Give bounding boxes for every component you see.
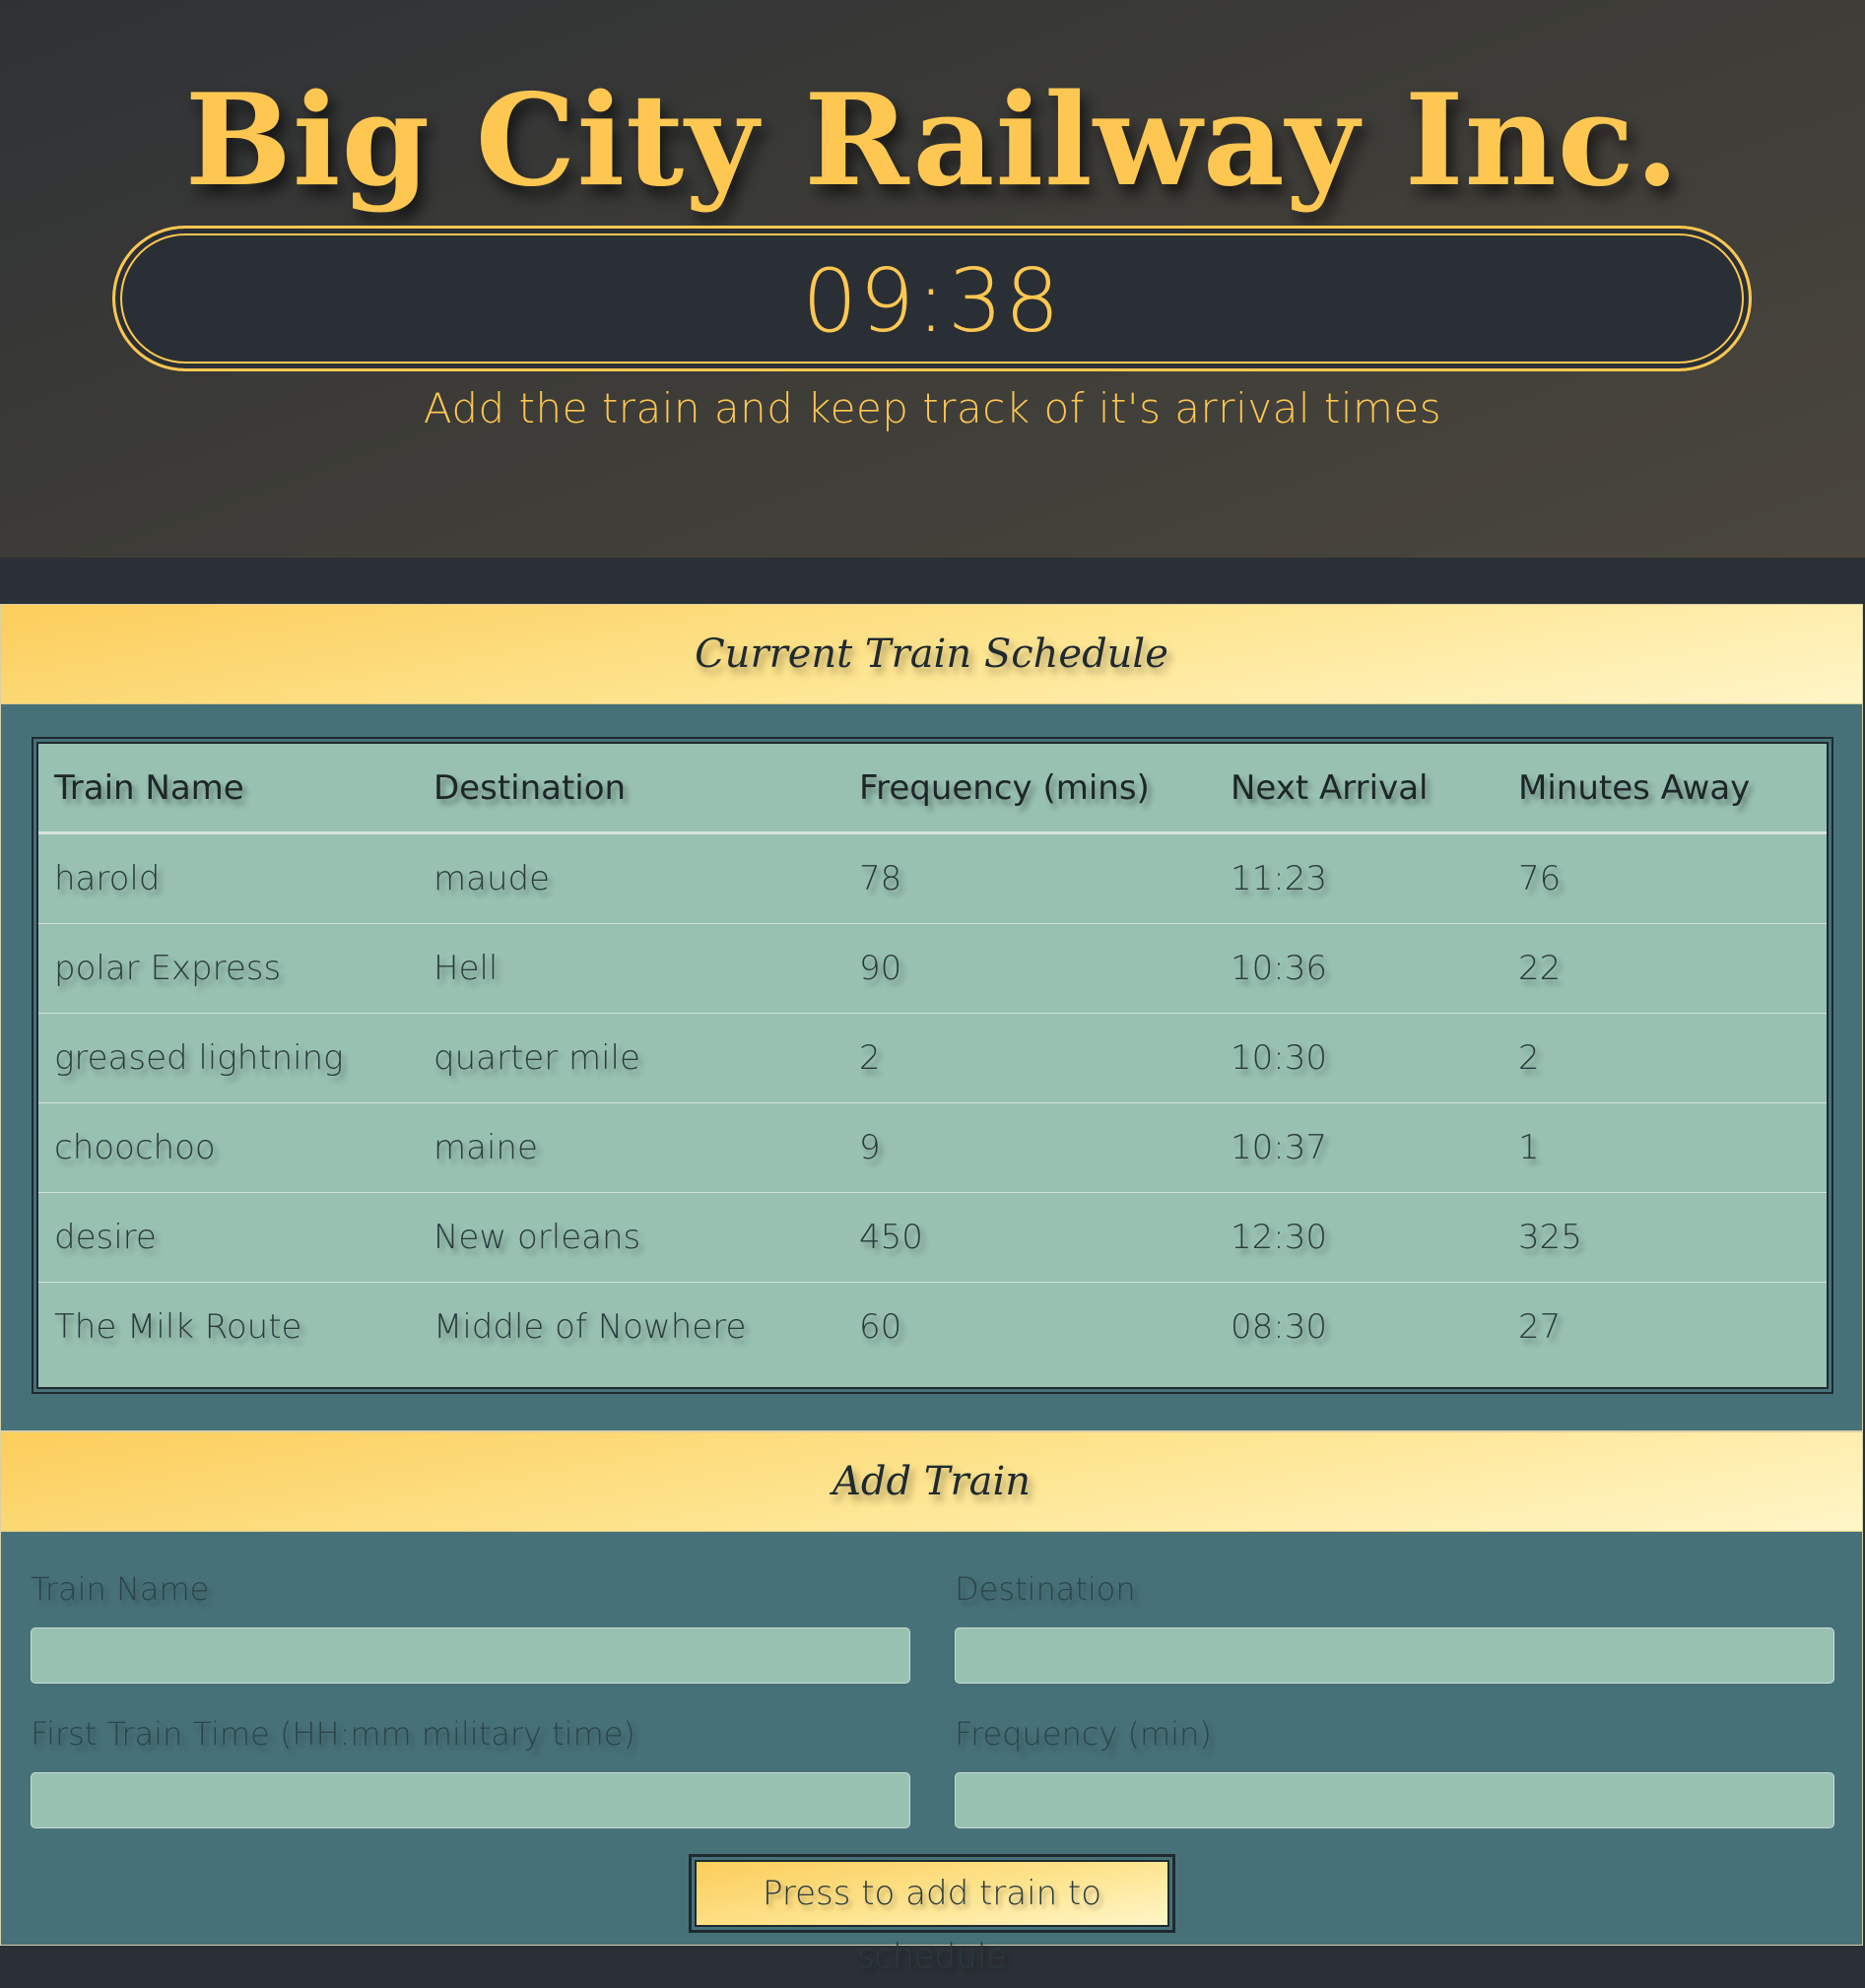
table-row: polar Express Hell 90 10:36 22	[38, 923, 1827, 1014]
first-train-time-label: First Train Time (HH:mm military time)	[31, 1715, 635, 1753]
train-name-input[interactable]	[31, 1627, 910, 1684]
column-header-destination: Destination	[418, 744, 843, 834]
tagline: Add the train and keep track of it's arr…	[423, 384, 1442, 432]
cell-destination: New orleans	[418, 1192, 843, 1283]
schedule-heading: Current Train Schedule	[1, 605, 1862, 704]
cell-destination: maine	[418, 1102, 843, 1193]
cell-frequency: 90	[843, 923, 1215, 1014]
add-train-button[interactable]: Press to add train to schedule	[689, 1854, 1175, 1976]
frequency-input[interactable]	[955, 1772, 1834, 1828]
cell-destination: Middle of Nowhere	[418, 1282, 843, 1371]
cell-frequency: 60	[843, 1282, 1215, 1371]
cell-destination: quarter mile	[418, 1013, 843, 1103]
table-row: harold maude 78 11:23 76	[38, 833, 1827, 924]
cell-train-name: choochoo	[38, 1102, 418, 1193]
column-header-next-arrival: Next Arrival	[1215, 744, 1502, 834]
cell-frequency: 450	[843, 1192, 1215, 1283]
cell-destination: Hell	[418, 923, 843, 1014]
table-row: desire New orleans 450 12:30 325	[38, 1192, 1827, 1283]
column-header-minutes-away: Minutes Away	[1502, 744, 1827, 834]
schedule-panel: Current Train Schedule Train Name Destin…	[0, 604, 1863, 1431]
hero-banner: Big City Railway Inc. 09:38 Add the trai…	[0, 0, 1865, 558]
cell-minutes-away: 22	[1502, 923, 1827, 1014]
cell-next-arrival: 10:36	[1215, 923, 1502, 1014]
first-train-time-input[interactable]	[31, 1772, 910, 1828]
destination-input[interactable]	[955, 1627, 1834, 1684]
cell-train-name: harold	[54, 859, 161, 898]
table-row: choochoo maine 9 10:37 1	[38, 1102, 1827, 1193]
cell-frequency: 78	[859, 859, 902, 898]
destination-label: Destination	[955, 1570, 1136, 1608]
cell-minutes-away: 1	[1502, 1102, 1827, 1193]
add-train-heading: Add Train	[1, 1432, 1862, 1532]
cell-train-name: The Milk Route	[38, 1282, 418, 1371]
cell-next-arrival: 12:30	[1215, 1192, 1502, 1283]
table-header-row: Train Name Destination Frequency (mins) …	[38, 744, 1827, 834]
schedule-table-frame: Train Name Destination Frequency (mins) …	[32, 737, 1833, 1394]
cell-minutes-away: 325	[1502, 1192, 1827, 1283]
cell-next-arrival: 10:37	[1215, 1102, 1502, 1193]
add-train-panel: Add Train Train Name Destination First T…	[0, 1431, 1863, 1976]
add-train-button-label: Press to add train to schedule	[695, 1860, 1169, 1976]
train-name-label: Train Name	[31, 1570, 210, 1608]
cell-frequency: 2	[843, 1013, 1215, 1103]
cell-train-name: greased lightning	[38, 1013, 418, 1103]
column-header-train-name: Train Name	[38, 744, 418, 834]
cell-train-name: desire	[38, 1192, 418, 1283]
schedule-table-inner: Train Name Destination Frequency (mins) …	[36, 742, 1829, 1389]
current-time: 09:38	[802, 250, 1062, 352]
schedule-table: Train Name Destination Frequency (mins) …	[38, 744, 1827, 1371]
column-header-frequency: Frequency (mins)	[843, 744, 1215, 834]
cell-minutes-away: 27	[1502, 1282, 1827, 1371]
table-row: The Milk Route Middle of Nowhere 60 08:3…	[38, 1282, 1827, 1371]
cell-next-arrival: 10:30	[1215, 1013, 1502, 1103]
cell-train-name: polar Express	[38, 923, 418, 1014]
page-title: Big City Railway Inc.	[184, 67, 1681, 215]
clock-display: 09:38	[112, 226, 1752, 371]
cell-frequency: 9	[843, 1102, 1215, 1193]
cell-next-arrival: 11:23	[1231, 859, 1327, 898]
cell-destination: maude	[433, 859, 551, 898]
cell-next-arrival: 08:30	[1215, 1282, 1502, 1371]
table-row: greased lightning quarter mile 2 10:30 2	[38, 1013, 1827, 1103]
cell-minutes-away: 2	[1502, 1013, 1827, 1103]
cell-minutes-away: 76	[1518, 859, 1562, 898]
frequency-label: Frequency (min)	[955, 1715, 1212, 1753]
